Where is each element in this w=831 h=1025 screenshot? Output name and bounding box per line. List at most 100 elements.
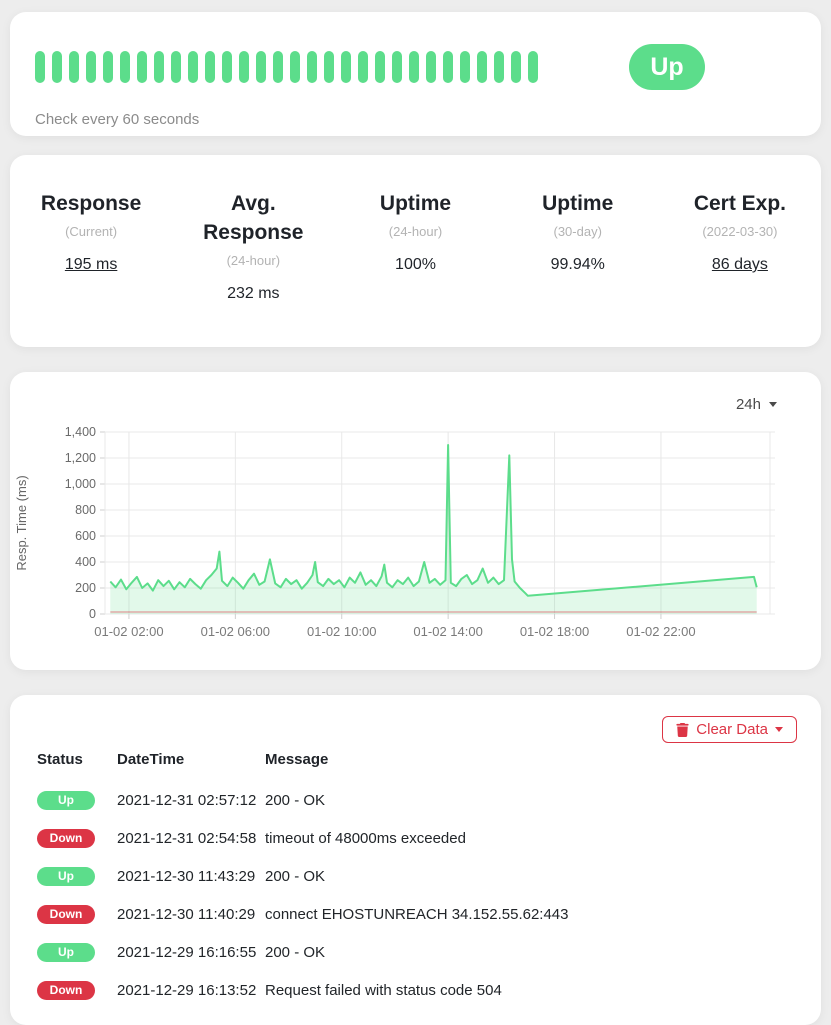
status-badge-up: Up	[37, 867, 95, 886]
stat-column-uptime-24-hour-: Uptime (24-hour) 100%	[334, 189, 496, 347]
events-card: Clear Data StatusDateTimeMessage Up 2021-1…	[10, 695, 821, 1025]
monitor-status-card: Up Check every 60 seconds	[10, 12, 821, 136]
heartbeat-bar[interactable]	[154, 51, 164, 83]
stat-column-cert-exp-2022-03-30-: Cert Exp. (2022-03-30) 86 days	[659, 189, 821, 347]
chart-area-fill	[110, 445, 756, 614]
event-datetime: 2021-12-29 16:13:52	[117, 982, 265, 999]
heartbeat-bar[interactable]	[324, 51, 334, 83]
status-badge-wrap: Up	[538, 44, 796, 90]
column-header-message: Message	[265, 751, 794, 768]
stat-subtitle: (30-day)	[507, 224, 649, 239]
response-time-chart: 02004006008001,0001,2001,40001-02 02:000…	[10, 406, 821, 660]
column-header-status: Status	[37, 751, 117, 768]
check-interval-text: Check every 60 seconds	[35, 111, 796, 128]
y-tick-label: 1,000	[65, 477, 96, 491]
heartbeat-bar[interactable]	[120, 51, 130, 83]
heartbeat-bar[interactable]	[307, 51, 317, 83]
heartbeat-bar[interactable]	[341, 51, 351, 83]
y-tick-label: 200	[75, 581, 96, 595]
stats-card: Response(Current)195 msAvg. Response(24-…	[10, 155, 821, 347]
response-chart-card: 24h 02004006008001,0001,2001,40001-02 02…	[10, 372, 821, 670]
stat-subtitle: (24-hour)	[344, 224, 486, 239]
y-tick-label: 400	[75, 555, 96, 569]
stat-column-avg-response-24-hour-: Avg. Response(24-hour)232 ms	[172, 189, 334, 347]
x-tick-label: 01-02 22:00	[626, 624, 695, 639]
heartbeat-bar[interactable]	[392, 51, 402, 83]
status-badge-down: Down	[37, 905, 95, 924]
heartbeat-bar[interactable]	[137, 51, 147, 83]
heartbeat-bar[interactable]	[511, 51, 521, 83]
heartbeat-bar[interactable]	[52, 51, 62, 83]
heartbeat-bar[interactable]	[256, 51, 266, 83]
stat-column-response-current-: Response(Current)195 ms	[10, 189, 172, 347]
status-badge: Up	[629, 44, 705, 90]
x-tick-label: 01-02 06:00	[201, 624, 270, 639]
table-row: Up 2021-12-29 16:16:55200 - OK	[37, 933, 794, 971]
event-message: Request failed with status code 504	[265, 982, 794, 999]
heartbeat-bar[interactable]	[239, 51, 249, 83]
x-tick-label: 01-02 14:00	[413, 624, 482, 639]
heartbeat-bar[interactable]	[188, 51, 198, 83]
heartbeat-bar[interactable]	[35, 51, 45, 83]
table-row: Up 2021-12-31 02:57:12200 - OK	[37, 781, 794, 819]
stat-title: Avg. Response	[182, 189, 324, 247]
stat-title: Uptime	[507, 189, 649, 218]
events-table-header: StatusDateTimeMessage	[37, 751, 794, 781]
event-message: 200 - OK	[265, 944, 794, 961]
heartbeat-bar[interactable]	[409, 51, 419, 83]
table-row: Down2021-12-29 16:13:52Request failed wi…	[37, 971, 794, 1009]
stat-value: 195 ms	[20, 256, 162, 274]
heartbeat-bar[interactable]	[494, 51, 504, 83]
chevron-down-icon	[775, 727, 783, 732]
heartbeat-bar[interactable]	[205, 51, 215, 83]
chart-line-response-time	[110, 445, 756, 596]
y-tick-label: 800	[75, 503, 96, 517]
event-message: 200 - OK	[265, 792, 794, 809]
heartbeat-bar[interactable]	[69, 51, 79, 83]
event-datetime: 2021-12-31 02:57:12	[117, 792, 265, 809]
table-row: Down 2021-12-31 02:54:58timeout of 48000m…	[37, 819, 794, 857]
y-tick-label: 1,200	[65, 451, 96, 465]
y-tick-label: 0	[89, 607, 96, 621]
heartbeat-bar[interactable]	[460, 51, 470, 83]
event-message: 200 - OK	[265, 868, 794, 885]
heartbeat-bar[interactable]	[358, 51, 368, 83]
stat-title: Uptime	[344, 189, 486, 218]
heartbeat-bar[interactable]	[290, 51, 300, 83]
event-datetime: 2021-12-30 11:43:29	[117, 868, 265, 885]
event-datetime: 2021-12-29 16:16:55	[117, 944, 265, 961]
stat-value: 232 ms	[182, 285, 324, 303]
event-datetime: 2021-12-31 02:54:58	[117, 830, 265, 847]
heartbeat-bar[interactable]	[375, 51, 385, 83]
heartbeat-bar[interactable]	[103, 51, 113, 83]
heartbeat-bar[interactable]	[171, 51, 181, 83]
stat-title: Cert Exp.	[669, 189, 811, 218]
stat-subtitle: (2022-03-30)	[669, 224, 811, 239]
heartbeat-bar[interactable]	[477, 51, 487, 83]
heartbeat-bar[interactable]	[222, 51, 232, 83]
heartbeat-bar[interactable]	[443, 51, 453, 83]
events-table: StatusDateTimeMessage Up 2021-12-31 02:57:…	[37, 751, 794, 1009]
clear-data-label: Clear Data	[696, 721, 768, 738]
heartbeat-bar[interactable]	[426, 51, 436, 83]
stat-title: Response	[20, 189, 162, 218]
heartbeat-bar[interactable]	[528, 51, 538, 83]
table-row: Up 2021-12-30 11:43:29200 - OK	[37, 857, 794, 895]
y-axis-label: Resp. Time (ms)	[14, 475, 29, 570]
event-message: timeout of 48000ms exceeded	[265, 830, 794, 847]
heartbeat-bar-row[interactable]	[35, 51, 538, 83]
status-badge-up: Up	[37, 943, 95, 962]
status-badge-down: Down	[37, 829, 95, 848]
x-tick-label: 01-02 10:00	[307, 624, 376, 639]
status-badge-up: Up	[37, 791, 95, 810]
heartbeat-bar[interactable]	[86, 51, 96, 83]
x-tick-label: 01-02 18:00	[520, 624, 589, 639]
x-tick-label: 01-02 02:00	[94, 624, 163, 639]
y-tick-label: 1,400	[65, 425, 96, 439]
event-datetime: 2021-12-30 11:40:29	[117, 906, 265, 923]
stat-value: 100%	[344, 256, 486, 274]
heartbeat-bar[interactable]	[273, 51, 283, 83]
clear-data-button[interactable]: Clear Data	[662, 716, 797, 743]
event-message: connect EHOSTUNREACH 34.152.55.62:443	[265, 906, 794, 923]
stat-value: 86 days	[669, 256, 811, 274]
